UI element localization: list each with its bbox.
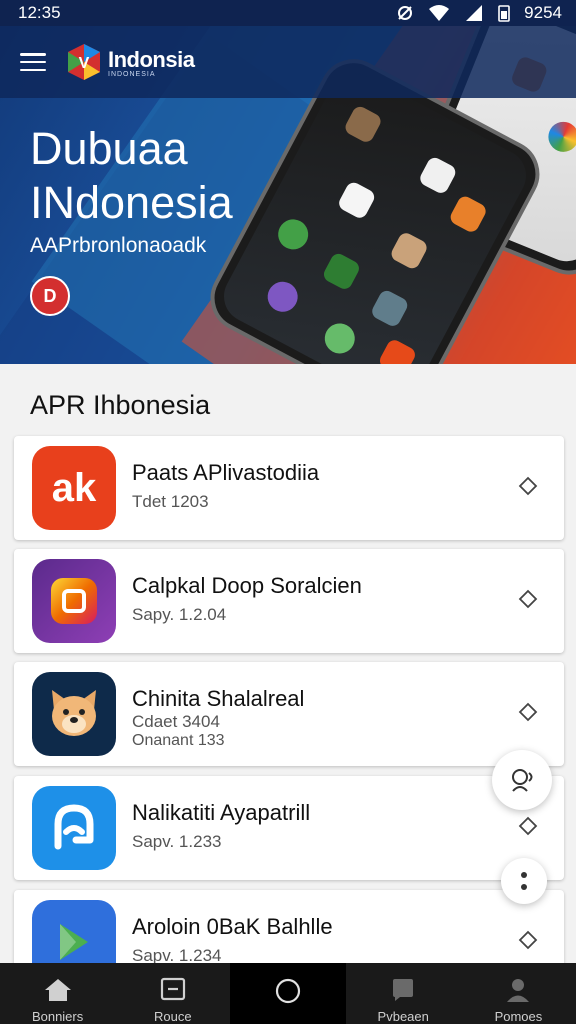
app-list-item[interactable]: Chinita Shalalreal Cdaet 3404 Onanant 13… — [14, 662, 564, 766]
app-logo: V Indonsia INDONESIA — [64, 42, 195, 82]
app-meta: Cdaet 3404 — [132, 712, 220, 731]
nav-label: Bonniers — [31, 1009, 84, 1024]
svg-text:V: V — [79, 55, 90, 72]
square-list-icon — [160, 977, 185, 1001]
app-icon — [319, 318, 361, 359]
status-time: 12:35 — [18, 3, 61, 22]
section-title: APR Ihbonesia — [30, 390, 211, 420]
diamond-chevron-icon[interactable] — [518, 589, 538, 609]
app-icon — [377, 337, 418, 364]
logo-text: Indonsia — [108, 46, 195, 72]
app-icon — [321, 251, 362, 292]
nav-item-profile[interactable]: Pomoes — [461, 963, 576, 1024]
dog-face-app-icon — [32, 672, 116, 756]
app-name: Aroloin 0BaK Balhlle — [132, 914, 333, 939]
circle-home-icon — [275, 978, 301, 1004]
app-meta: Sapy. 1.2.04 — [132, 605, 227, 624]
app-icon — [369, 288, 411, 329]
bottom-navigation: Bonniers Rouce Pvbeaen Pomoes — [0, 963, 576, 1024]
hero-title-line1: Dubuaa — [30, 123, 188, 174]
home-icon — [44, 979, 71, 1001]
diamond-chevron-icon[interactable] — [518, 816, 538, 836]
app-meta: Sapv. 1.233 — [132, 832, 222, 851]
wifi-icon — [429, 5, 450, 21]
do-not-disturb-icon — [398, 6, 413, 20]
app-meta-secondary: Onanant 133 — [132, 732, 225, 749]
hero-banner: V Indonsia INDONESIA Dubuaa INdonesia AA… — [0, 26, 576, 364]
gradient-square-app-icon — [32, 559, 116, 643]
more-vertical-icon — [521, 872, 527, 890]
app-icon — [388, 230, 430, 272]
app-name: Calpkal Doop Soralcien — [132, 573, 362, 598]
diamond-chevron-icon[interactable] — [518, 476, 538, 496]
app-icon — [543, 117, 576, 157]
nav-item-list[interactable]: Rouce — [115, 963, 230, 1024]
hero-subtitle: AAPrbronlonaoadk — [30, 234, 207, 257]
menu-icon[interactable] — [20, 53, 46, 71]
assistant-icon — [512, 769, 533, 792]
nav-label: Rouce — [154, 1009, 192, 1024]
floating-assistant-button[interactable] — [492, 750, 552, 810]
ak-logo-icon: ak — [32, 446, 116, 530]
hero-title: Dubuaa INdonesia — [30, 122, 233, 230]
app-list-item[interactable]: ak Paats APlivastodiia Tdet 1203 — [14, 436, 564, 540]
app-icon-text: ak — [51, 465, 97, 510]
battery-percent: 9254 — [524, 3, 562, 22]
nav-item-center[interactable] — [230, 963, 346, 1024]
app-name: Nalikatiti Ayapatrill — [132, 800, 311, 825]
nav-label: Pomoes — [494, 1009, 543, 1024]
logo-subtext: INDONESIA — [108, 70, 156, 78]
app-icon — [417, 155, 459, 196]
diamond-chevron-icon[interactable] — [518, 930, 538, 950]
hero-badge-button[interactable]: D — [30, 276, 70, 316]
status-bar: 12:35 9254 — [0, 0, 576, 26]
app-icon — [447, 193, 489, 235]
app-icon — [262, 276, 303, 318]
top-app-bar: V Indonsia INDONESIA — [0, 26, 576, 98]
person-icon — [507, 979, 530, 1002]
speech-bubble-app-icon — [32, 786, 116, 870]
app-icon — [336, 179, 377, 221]
phone-call-icon — [272, 214, 314, 255]
app-meta: Tdet 1203 — [132, 492, 209, 511]
diamond-chevron-icon[interactable] — [518, 702, 538, 722]
app-name: Chinita Shalalreal — [132, 686, 305, 711]
app-list-item[interactable]: Nalikatiti Ayapatrill Sapv. 1.233 — [14, 776, 564, 880]
nav-label: Pvbeaen — [377, 1009, 429, 1024]
battery-icon — [498, 5, 510, 22]
chat-bubble-icon — [393, 979, 414, 1001]
nav-item-messages[interactable]: Pvbeaen — [346, 963, 461, 1024]
signal-icon — [466, 5, 483, 21]
logo-mark-icon: V — [68, 44, 100, 80]
app-icon — [342, 104, 384, 145]
nav-item-home[interactable]: Bonniers — [0, 963, 115, 1024]
app-list-item[interactable]: Calpkal Doop Soralcien Sapy. 1.2.04 — [14, 549, 564, 653]
status-icons: 9254 — [396, 3, 562, 23]
hero-title-line2: INdonesia — [30, 177, 233, 228]
app-name: Paats APlivastodiia — [132, 460, 320, 485]
more-options-button[interactable] — [501, 858, 547, 904]
